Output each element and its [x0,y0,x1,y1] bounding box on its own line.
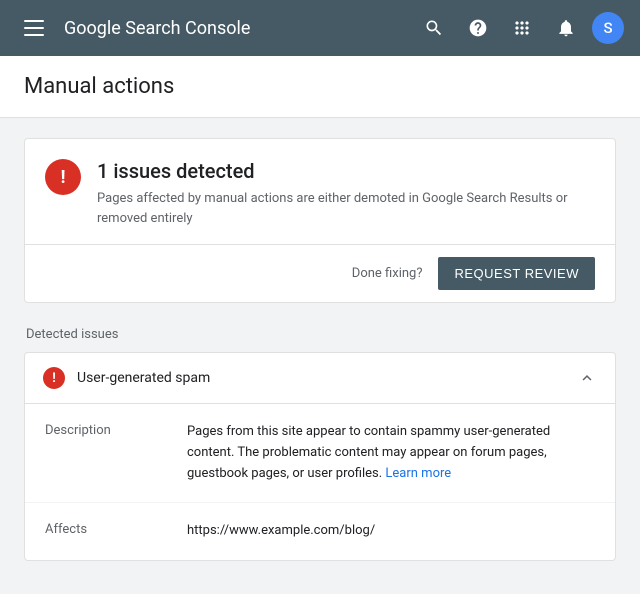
affects-value: https://www.example.com/blog/ [187,521,595,542]
detected-issues-label: Detected issues [24,327,616,342]
chevron-up-icon [577,368,597,388]
search-icon[interactable] [416,10,452,46]
hamburger-icon [24,20,44,36]
issues-summary: ! 1 issues detected Pages affected by ma… [25,139,615,245]
issues-count: 1 issues detected [97,159,595,183]
description-text: Pages from this site appear to contain s… [187,424,550,481]
top-navigation: Google Search Console S [0,0,640,56]
issue-error-icon: ! [43,367,65,389]
page-title: Manual actions [24,74,616,99]
page-header: Manual actions [0,56,640,118]
description-value: Pages from this site appear to contain s… [187,422,595,484]
notifications-icon[interactable] [548,10,584,46]
learn-more-link[interactable]: Learn more [385,466,451,481]
description-label: Description [45,422,175,484]
done-fixing-label: Done fixing? [352,266,423,281]
issue-header-left: ! User-generated spam [43,367,210,389]
help-icon[interactable] [460,10,496,46]
affects-url: https://www.example.com/blog/ [187,523,375,538]
issues-text: 1 issues detected Pages affected by manu… [97,159,595,228]
issues-description: Pages affected by manual actions are eit… [97,189,595,228]
affects-label: Affects [45,521,175,542]
main-content: ! 1 issues detected Pages affected by ma… [0,118,640,581]
issue-name: User-generated spam [77,370,210,386]
hamburger-menu[interactable] [16,10,52,46]
issues-card: ! 1 issues detected Pages affected by ma… [24,138,616,303]
issue-detail: Description Pages from this site appear … [25,404,615,560]
user-avatar[interactable]: S [592,12,624,44]
issue-item: ! User-generated spam Description Pages … [24,352,616,561]
issue-header[interactable]: ! User-generated spam [25,353,615,404]
error-icon: ! [45,159,81,195]
apps-icon[interactable] [504,10,540,46]
request-review-row: Done fixing? REQUEST REVIEW [25,245,615,302]
nav-actions: S [416,10,624,46]
app-title: Google Search Console [64,18,404,39]
affects-row: Affects https://www.example.com/blog/ [25,503,615,560]
description-row: Description Pages from this site appear … [25,404,615,503]
request-review-button[interactable]: REQUEST REVIEW [438,257,595,290]
app-title-text: Google Search Console [64,18,250,39]
